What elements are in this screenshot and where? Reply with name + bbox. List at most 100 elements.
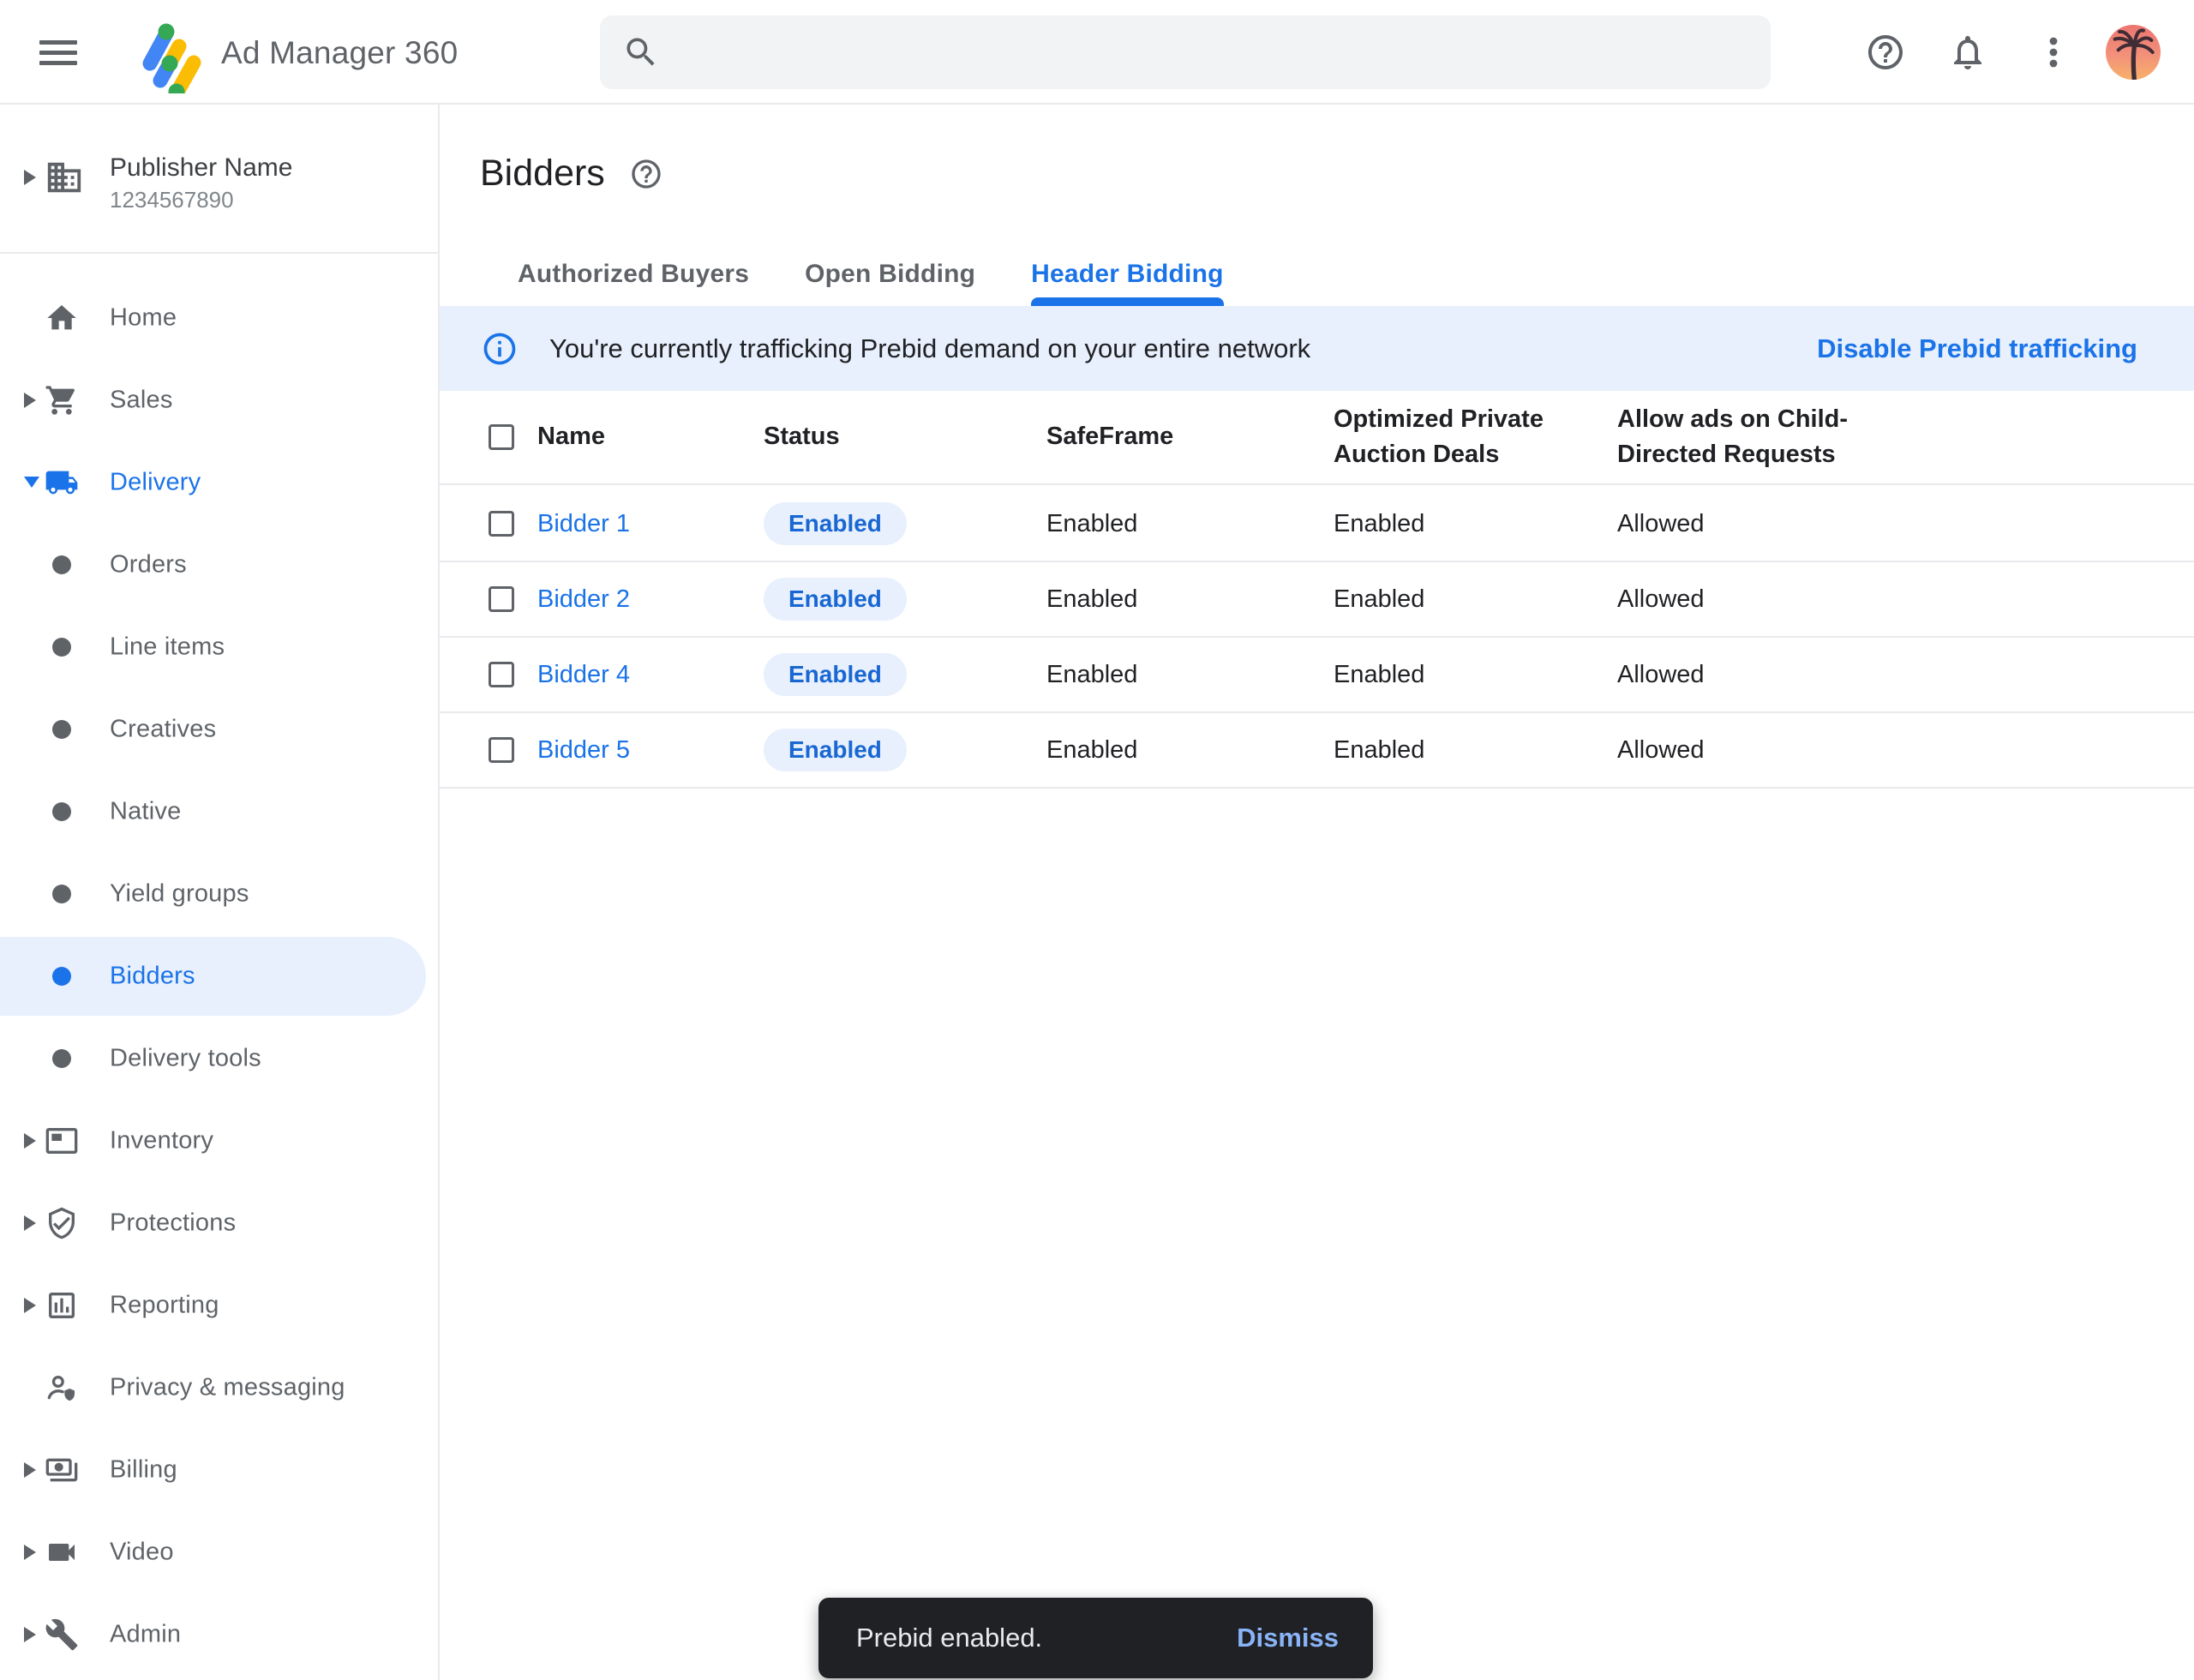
sidebar-item-bidders[interactable]: Bidders [0, 935, 438, 1017]
bullet-icon [52, 638, 71, 657]
shield-check-icon [45, 1206, 79, 1240]
optimized-private-auction-deals-cell: Enabled [1334, 713, 1556, 787]
sidebar-nav: Home Sales Delivery Orders Line items Creativ… [0, 254, 438, 1676]
info-banner: You're currently trafficking Prebid dema… [440, 306, 2194, 391]
sidebar: Publisher Name 1234567890 Home Sales Deliv… [0, 105, 440, 1680]
row-checkbox[interactable] [489, 586, 514, 612]
sidebar-item-delivery[interactable]: Delivery [0, 441, 438, 524]
column-header-optimized-private-auction-deals: Optimized Private Auction Deals [1334, 391, 1556, 483]
bidder-link[interactable]: Bidder 1 [537, 510, 630, 538]
sidebar-item-label: Inventory [110, 1127, 213, 1155]
tab-header-bidding[interactable]: Header Bidding [1031, 242, 1224, 306]
sidebar-item-label: Delivery tools [110, 1045, 261, 1073]
safeframe-cell: Enabled [1046, 638, 1137, 711]
main-content: Bidders Authorized Buyers Open Bidding Hea… [440, 105, 2194, 1680]
hamburger-menu-icon[interactable] [39, 35, 84, 69]
status-badge: Enabled [764, 578, 907, 621]
sidebar-item-label: Yield groups [110, 880, 249, 909]
table-row: Bidder 1EnabledEnabledEnabledAllowed [440, 487, 2194, 562]
search-input[interactable] [660, 15, 1771, 89]
app-header: Ad Manager 360 [0, 0, 2194, 105]
child-directed-cell: Allowed [1617, 638, 1857, 711]
sidebar-item-label: Reporting [110, 1292, 219, 1320]
sidebar-item-label: Delivery [110, 469, 201, 497]
row-checkbox[interactable] [489, 662, 514, 687]
bidder-link[interactable]: Bidder 2 [537, 585, 630, 614]
sidebar-item-label: Bidders [110, 963, 195, 991]
safeframe-cell: Enabled [1046, 487, 1137, 561]
sidebar-item-reporting[interactable]: Reporting [0, 1264, 438, 1347]
help-icon[interactable] [1865, 32, 1906, 73]
chevron-right-icon [24, 1545, 36, 1560]
sidebar-item-native[interactable]: Native [0, 771, 438, 853]
bullet-icon [52, 967, 71, 986]
notifications-bell-icon[interactable] [1947, 32, 1988, 73]
page-title: Bidders [480, 153, 605, 195]
snackbar-dismiss-button[interactable]: Dismiss [1237, 1623, 1339, 1653]
publisher-switcher[interactable]: Publisher Name 1234567890 [0, 105, 438, 252]
sidebar-item-admin[interactable]: Admin [0, 1593, 438, 1676]
bullet-icon [52, 555, 71, 574]
tab-label: Open Bidding [805, 260, 975, 289]
sidebar-item-delivery-tools[interactable]: Delivery tools [0, 1017, 438, 1100]
column-header-status: Status [764, 391, 840, 483]
sidebar-item-inventory[interactable]: Inventory [0, 1100, 438, 1182]
sidebar-item-sales[interactable]: Sales [0, 359, 438, 441]
column-header-safeframe: SafeFrame [1046, 391, 1173, 483]
publisher-name: Publisher Name [110, 153, 292, 183]
bullet-icon [52, 1049, 71, 1068]
table-row: Bidder 5EnabledEnabledEnabledAllowed [440, 713, 2194, 789]
chevron-right-icon [24, 1215, 36, 1231]
sidebar-item-creatives[interactable]: Creatives [0, 688, 438, 771]
row-checkbox[interactable] [489, 737, 514, 763]
bidder-link[interactable]: Bidder 4 [537, 661, 630, 689]
status-badge: Enabled [764, 729, 907, 771]
table-row: Bidder 2EnabledEnabledEnabledAllowed [440, 562, 2194, 638]
table-body: Bidder 1EnabledEnabledEnabledAllowedBidd… [440, 487, 2194, 789]
payments-icon [45, 1453, 79, 1487]
chevron-right-icon [24, 1133, 36, 1149]
page-title-row: Bidders [480, 153, 663, 195]
chevron-down-icon [24, 477, 39, 489]
tab-authorized-buyers[interactable]: Authorized Buyers [518, 242, 749, 306]
sidebar-item-orders[interactable]: Orders [0, 524, 438, 606]
sidebar-item-label: Privacy & messaging [110, 1374, 345, 1402]
search-icon [622, 33, 660, 71]
more-options-kebab-icon[interactable] [2033, 32, 2074, 73]
page-help-icon[interactable] [629, 157, 663, 191]
truck-icon [45, 465, 79, 500]
sidebar-item-video[interactable]: Video [0, 1511, 438, 1593]
sidebar-item-label: Sales [110, 387, 173, 415]
ad-unit-icon [45, 1124, 79, 1158]
sidebar-item-label: Line items [110, 633, 225, 662]
info-icon [481, 330, 519, 368]
global-search [600, 15, 1771, 89]
optimized-private-auction-deals-cell: Enabled [1334, 638, 1556, 711]
publisher-id: 1234567890 [110, 187, 234, 213]
select-all-checkbox[interactable] [489, 424, 514, 450]
sidebar-item-billing[interactable]: Billing [0, 1429, 438, 1511]
disable-prebid-trafficking-link[interactable]: Disable Prebid trafficking [1817, 333, 2137, 364]
sidebar-item-label: Billing [110, 1456, 177, 1485]
bidder-link[interactable]: Bidder 5 [537, 736, 630, 765]
child-directed-cell: Allowed [1617, 713, 1857, 787]
tab-label: Authorized Buyers [518, 260, 749, 289]
sidebar-item-home[interactable]: Home [0, 277, 438, 359]
sidebar-item-protections[interactable]: Protections [0, 1182, 438, 1264]
status-badge: Enabled [764, 653, 907, 696]
table-row: Bidder 4 Enabled Enabled Enabled Allowed [440, 638, 2194, 713]
tab-open-bidding[interactable]: Open Bidding [805, 242, 975, 306]
sidebar-item-yield-groups[interactable]: Yield groups [0, 853, 438, 935]
user-avatar[interactable] [2106, 25, 2161, 80]
optimized-private-auction-deals-cell: Enabled [1334, 487, 1556, 561]
sidebar-item-label: Orders [110, 551, 187, 579]
row-checkbox[interactable] [489, 511, 514, 537]
snackbar: Prebid enabled. Dismiss [818, 1598, 1373, 1678]
tab-label: Header Bidding [1031, 260, 1224, 289]
sidebar-item-line-items[interactable]: Line items [0, 606, 438, 688]
column-header-child-directed: Allow ads on Child-Directed Requests [1617, 391, 1857, 483]
sidebar-item-label: Creatives [110, 716, 216, 744]
wrench-icon [45, 1617, 79, 1652]
video-camera-icon [45, 1535, 79, 1569]
sidebar-item-privacy-messaging[interactable]: Privacy & messaging [0, 1347, 438, 1429]
